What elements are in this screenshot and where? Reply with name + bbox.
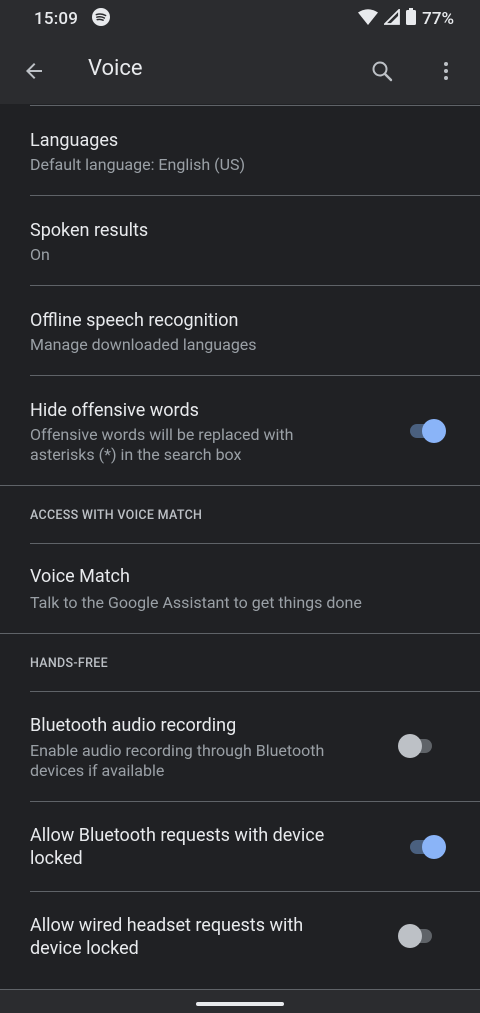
wired-locked-title-line1: Allow wired headset requests with [30,915,304,936]
section-header-voice-match: ACCESS WITH VOICE MATCH [30,508,203,523]
spoken-results-setting[interactable]: Spoken results On [0,196,480,285]
spoken-results-subtitle: On [30,245,50,264]
page-title: Voice [88,56,143,81]
voice-match-title: Voice Match [30,566,130,587]
home-gesture-handle[interactable] [196,1002,284,1006]
spoken-results-title: Spoken results [30,220,149,241]
languages-title: Languages [30,130,119,151]
hide-offensive-subtitle-line2: asterisks (*) in the search box [30,445,242,464]
search-icon[interactable] [370,59,394,83]
bluetooth-locked-title-line2: locked [30,848,83,869]
bluetooth-audio-title: Bluetooth audio recording [30,715,237,736]
offline-speech-subtitle: Manage downloaded languages [30,335,257,354]
bluetooth-locked-toggle[interactable] [406,835,446,859]
voice-match-subtitle: Talk to the Google Assistant to get thin… [30,593,362,612]
divider [0,633,480,634]
signal-icon [382,7,401,30]
navigation-bar [0,990,480,1013]
hide-offensive-words-setting[interactable]: Hide offensive words Offensive words wil… [0,376,480,485]
app-bar: Voice [0,38,480,104]
status-time: 15:09 [34,9,79,29]
hide-offensive-toggle[interactable] [406,419,446,443]
voice-match-setting[interactable]: Voice Match Talk to the Google Assistant… [0,544,480,633]
back-arrow-icon[interactable] [22,59,46,83]
languages-subtitle: Default language: English (US) [30,155,246,174]
hide-offensive-title: Hide offensive words [30,400,199,421]
battery-icon [406,8,417,30]
wifi-icon [358,8,379,30]
bluetooth-locked-title-line1: Allow Bluetooth requests with device [30,825,325,846]
more-options-icon[interactable] [434,59,458,83]
bluetooth-audio-toggle[interactable] [398,734,438,758]
bluetooth-audio-subtitle-line1: Enable audio recording through Bluetooth [30,741,325,760]
languages-setting[interactable]: Languages Default language: English (US) [0,106,480,195]
hide-offensive-subtitle-line1: Offensive words will be replaced with [30,425,294,444]
bluetooth-audio-subtitle-line2: devices if available [30,761,165,780]
offline-speech-title: Offline speech recognition [30,310,239,331]
spotify-icon [92,8,111,30]
bluetooth-audio-setting[interactable]: Bluetooth audio recording Enable audio r… [0,692,480,801]
wired-locked-title-line2: device locked [30,938,139,959]
battery-percent: 77% [422,9,454,29]
divider [0,485,480,486]
section-header-hands-free: HANDS-FREE [30,656,108,671]
status-bar: 15:09 77% [0,0,480,38]
offline-speech-setting[interactable]: Offline speech recognition Manage downlo… [0,286,480,375]
wired-locked-toggle[interactable] [398,924,438,948]
wired-headset-locked-setting[interactable]: Allow wired headset requests with device… [0,892,480,990]
bluetooth-locked-setting[interactable]: Allow Bluetooth requests with device loc… [0,802,480,891]
